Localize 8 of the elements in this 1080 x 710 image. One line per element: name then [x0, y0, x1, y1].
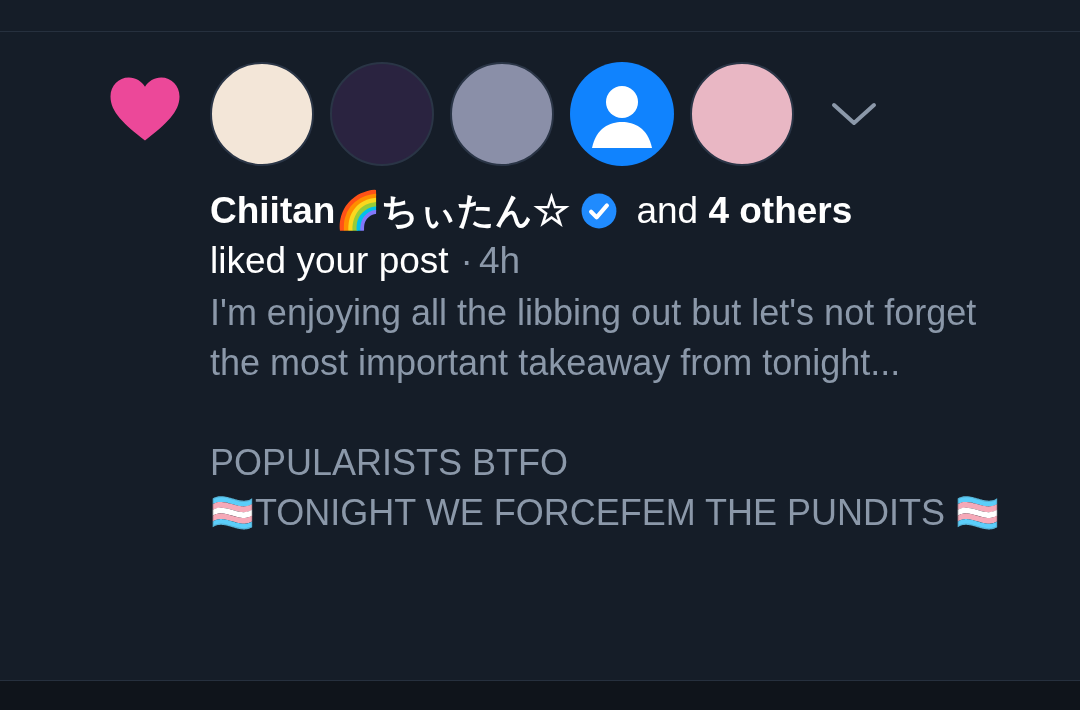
timestamp: 4h [478, 239, 521, 283]
post-text[interactable]: I'm enjoying all the libbing out but let's not forget the most important takeaway from tonight... POPULARISTS BTFO 🏳‍⚧TONIGHT WE FORCEFEM THE PUNDITS 🏳‍⚧ [210, 288, 1010, 538]
author-name[interactable]: Chiitan🌈ちぃたん☆ [210, 186, 571, 236]
heart-icon [109, 76, 181, 142]
default-avatar-icon[interactable] [570, 62, 674, 166]
others-count: and 4 others [636, 189, 853, 233]
action-text: liked your post [210, 239, 449, 283]
separator-dot: · [460, 239, 473, 283]
